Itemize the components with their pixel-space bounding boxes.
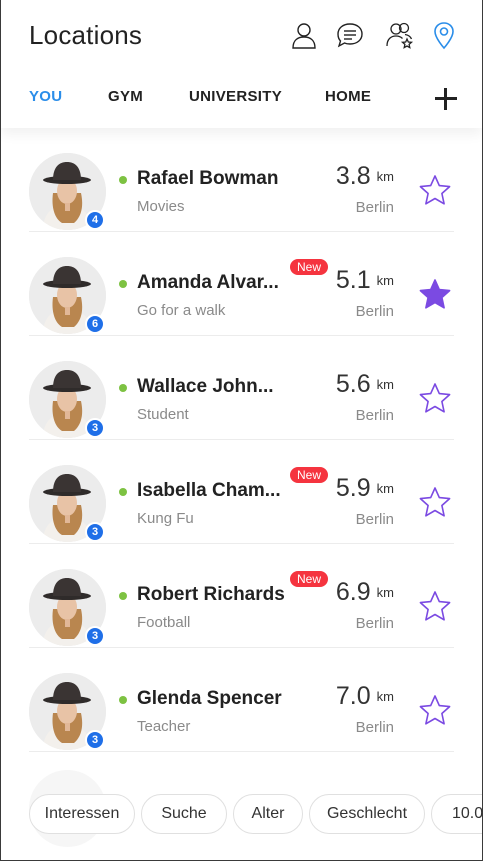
star-outline-icon[interactable] — [417, 381, 453, 417]
distance-unit: km — [376, 377, 394, 392]
distance: 6.9 km — [336, 578, 394, 607]
person-name: Rafael Bowman — [137, 168, 279, 189]
city-label: Berlin — [355, 511, 394, 528]
count-badge: 3 — [85, 418, 105, 438]
distance: 3.8 km — [336, 162, 394, 191]
person-subtitle: Teacher — [137, 718, 191, 735]
person-icon[interactable] — [287, 18, 321, 52]
filter-chip-distance[interactable]: 10.0 — [431, 794, 482, 834]
distance-value: 6.9 — [335, 578, 371, 606]
city-label: Berlin — [355, 303, 394, 320]
distance-unit: km — [376, 585, 394, 600]
app-frame: Locations YOU GYM UNIVERSITY HOME 4 Rafa… — [0, 0, 483, 861]
new-badge: New — [290, 571, 329, 587]
count-badge: 6 — [85, 314, 105, 334]
city-label: Berlin — [355, 407, 394, 424]
count-badge: 3 — [85, 522, 105, 542]
star-outline-icon[interactable] — [417, 485, 453, 521]
divider — [29, 751, 454, 752]
star-outline-icon[interactable] — [417, 693, 453, 729]
person-subtitle: Go for a walk — [137, 302, 226, 319]
online-indicator — [119, 280, 127, 288]
location-pin-icon[interactable] — [427, 18, 461, 52]
person-subtitle: Movies — [137, 198, 185, 215]
filter-chip-geschlecht[interactable]: Geschlecht — [309, 794, 425, 834]
filter-chip-interessen[interactable]: Interessen — [29, 794, 135, 834]
city-label: Berlin — [355, 199, 394, 216]
distance-unit: km — [376, 273, 394, 288]
tab-you[interactable]: YOU — [29, 88, 62, 105]
tab-university[interactable]: UNIVERSITY — [189, 88, 282, 105]
distance: 5.9 km — [336, 474, 394, 503]
distance-unit: km — [376, 689, 394, 704]
filter-chip-suche[interactable]: Suche — [141, 794, 227, 834]
people-star-icon[interactable] — [383, 18, 417, 52]
distance-value: 5.9 — [335, 474, 371, 502]
distance: 7.0 km — [336, 682, 394, 711]
tab-home[interactable]: HOME — [325, 88, 371, 105]
list-item[interactable]: 3 Isabella Cham... Kung Fu New 5.9 km Ber… — [1, 440, 482, 544]
city-label: Berlin — [355, 615, 394, 632]
new-badge: New — [290, 467, 329, 483]
online-indicator — [119, 384, 127, 392]
count-badge: 3 — [85, 626, 105, 646]
list-item[interactable]: 3 Glenda Spencer Teacher 7.0 km Berlin — [1, 648, 482, 752]
distance-value: 7.0 — [335, 682, 371, 710]
star-filled-icon[interactable] — [417, 277, 453, 313]
filter-chip-alter[interactable]: Alter — [233, 794, 303, 834]
online-indicator — [119, 176, 127, 184]
distance: 5.6 km — [336, 370, 394, 399]
person-name: Glenda Spencer — [137, 688, 282, 709]
person-name: Wallace John... — [137, 376, 274, 397]
person-subtitle: Football — [137, 614, 191, 631]
list-item[interactable]: 4 Rafael Bowman Movies 3.8 km Berlin — [1, 128, 482, 232]
distance-value: 5.6 — [335, 370, 371, 398]
distance-value: 3.8 — [335, 162, 371, 190]
list-item[interactable]: 3 Robert Richards Football New 6.9 km Ber… — [1, 544, 482, 648]
count-badge: 4 — [85, 210, 105, 230]
online-indicator — [119, 592, 127, 600]
person-subtitle: Kung Fu — [137, 510, 194, 527]
tab-gym[interactable]: GYM — [108, 88, 143, 105]
header: Locations YOU GYM UNIVERSITY HOME — [1, 0, 482, 128]
person-name: Isabella Cham... — [137, 480, 281, 501]
distance-unit: km — [376, 481, 394, 496]
count-badge: 3 — [85, 730, 105, 750]
star-outline-icon[interactable] — [417, 589, 453, 625]
star-outline-icon[interactable] — [417, 173, 453, 209]
add-location-button[interactable] — [433, 86, 459, 112]
new-badge: New — [290, 259, 329, 275]
page-title: Locations — [29, 20, 143, 50]
distance: 5.1 km — [336, 266, 394, 295]
person-name: Amanda Alvar... — [137, 272, 279, 293]
online-indicator — [119, 488, 127, 496]
city-label: Berlin — [355, 719, 394, 736]
distance-unit: km — [376, 169, 394, 184]
tab-bar: YOU GYM UNIVERSITY HOME — [1, 88, 482, 112]
person-subtitle: Student — [137, 406, 189, 423]
online-indicator — [119, 696, 127, 704]
list-item[interactable]: 3 Wallace John... Student 5.6 km Berlin — [1, 336, 482, 440]
list-item[interactable]: 6 Amanda Alvar... Go for a walk New 5.1 k… — [1, 232, 482, 336]
chat-icon[interactable] — [333, 18, 367, 52]
person-name: Robert Richards — [137, 584, 285, 605]
distance-value: 5.1 — [335, 266, 371, 294]
